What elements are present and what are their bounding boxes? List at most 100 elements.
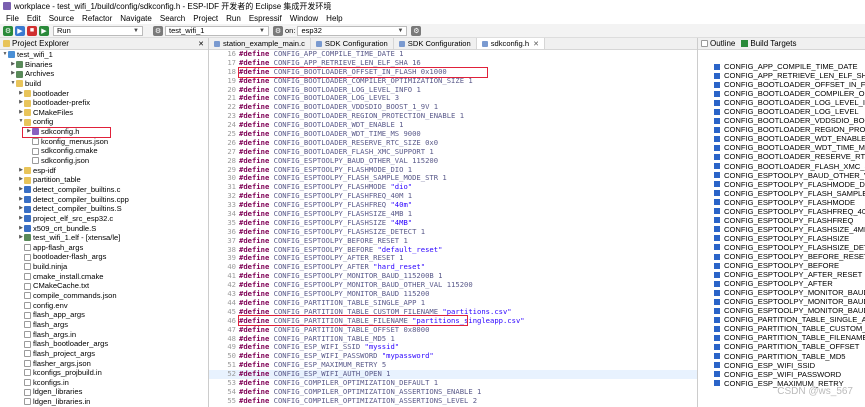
target-settings-icon[interactable]: ⚙ bbox=[411, 25, 422, 36]
tree-item[interactable]: app-flash_args bbox=[0, 243, 208, 253]
tree-item[interactable]: ▶ detect_compiler_builtins.cpp bbox=[0, 195, 208, 205]
tree-item[interactable]: ▶ partition_table bbox=[0, 175, 208, 185]
outline-item[interactable]: CONFIG_PARTITION_TABLE_OFFSET bbox=[698, 342, 865, 351]
close-icon[interactable]: ✕ bbox=[533, 40, 539, 48]
outline-item[interactable]: CONFIG_ESPTOOLPY_FLASHSIZE bbox=[698, 234, 865, 243]
outline-item[interactable]: CONFIG_ESPTOOLPY_AFTER_RESET bbox=[698, 270, 865, 279]
outline-item[interactable]: CONFIG_BOOTLOADER_COMPILER_OPTIM bbox=[698, 89, 865, 98]
tree-item[interactable]: ▼ build bbox=[0, 79, 208, 89]
config-edit-icon[interactable]: ⚙ bbox=[273, 25, 283, 36]
outline-item[interactable]: CONFIG_BOOTLOADER_OFFSET_IN_FLAS bbox=[698, 80, 865, 89]
launch-icon[interactable]: ▶ bbox=[15, 25, 25, 36]
outline-item[interactable]: CONFIG_PARTITION_TABLE_CUSTOM_FIL bbox=[698, 324, 865, 333]
tree-item[interactable]: flasher_args.json bbox=[0, 359, 208, 369]
tree-item[interactable]: flash_app_args bbox=[0, 310, 208, 320]
outline-item[interactable]: CONFIG_ESPTOOLPY_BAUD_OTHER_VAL bbox=[698, 171, 865, 180]
menu-item-espressif[interactable]: Espressif bbox=[245, 14, 286, 23]
tree-item[interactable]: ▶ sdkconfig.h bbox=[0, 127, 208, 137]
tree-item[interactable]: ▶ esp-idf bbox=[0, 166, 208, 176]
outline-item[interactable]: CONFIG_ESPTOOLPY_FLASHMODE bbox=[698, 198, 865, 207]
menu-item-help[interactable]: Help bbox=[322, 14, 346, 23]
outline-item[interactable]: CONFIG_ESPTOOLPY_FLASHFREQ_40M bbox=[698, 207, 865, 216]
outline-item[interactable]: CONFIG_ESPTOOLPY_BEFORE bbox=[698, 261, 865, 270]
outline-item[interactable]: CONFIG_BOOTLOADER_RESERVE_RTC_S bbox=[698, 152, 865, 161]
outline-item[interactable]: CONFIG_ESPTOOLPY_MONITOR_BAUD bbox=[698, 306, 865, 315]
config-gear-icon[interactable]: ⚙ bbox=[153, 25, 163, 36]
tree-item[interactable]: ▶ test_wifi_1.elf - [xtensa/le] bbox=[0, 233, 208, 243]
stop-icon[interactable]: ■ bbox=[27, 25, 37, 36]
tree-item[interactable]: config.env bbox=[0, 301, 208, 311]
tab-sdk-configuration[interactable]: SDK Configuration bbox=[311, 38, 394, 49]
tree-item[interactable]: kconfig_menus.json bbox=[0, 137, 208, 147]
tree-item[interactable]: flash_args bbox=[0, 320, 208, 330]
menu-item-refactor[interactable]: Refactor bbox=[78, 14, 116, 23]
outline-item[interactable]: CONFIG_ESPTOOLPY_FLASHFREQ bbox=[698, 216, 865, 225]
tree-item[interactable]: ▶ detect_compiler_builtins.S bbox=[0, 204, 208, 214]
outline-item[interactable]: CONFIG_BOOTLOADER_FLASH_XMC_SU bbox=[698, 162, 865, 171]
tree-item[interactable]: ▶ Archives bbox=[0, 69, 208, 79]
code-line[interactable]: 55 #define CONFIG_COMPILER_OPTIMIZATION_A… bbox=[209, 396, 697, 406]
tree-item[interactable]: flash_project_args bbox=[0, 349, 208, 359]
outline-item[interactable]: CONFIG_ESPTOOLPY_MONITOR_BAUD_ bbox=[698, 288, 865, 297]
menu-item-edit[interactable]: Edit bbox=[23, 14, 45, 23]
tree-item[interactable]: ▼ config bbox=[0, 117, 208, 127]
outline-item[interactable]: CONFIG_ESP_WIFI_PASSWORD bbox=[698, 370, 865, 379]
tree-item[interactable]: bootloader-flash_args bbox=[0, 252, 208, 262]
menu-item-file[interactable]: File bbox=[2, 14, 23, 23]
outline-item[interactable]: CONFIG_ESPTOOLPY_FLASHMODE_DIO bbox=[698, 180, 865, 189]
tree-item[interactable]: ldgen_libraries.in bbox=[0, 397, 208, 407]
launch-config-combo[interactable]: test_wifi_1 ▼ bbox=[165, 25, 269, 36]
tab-sdk-configuration[interactable]: SDK Configuration bbox=[394, 38, 477, 49]
menu-item-run[interactable]: Run bbox=[222, 14, 245, 23]
outline-item[interactable]: CONFIG_BOOTLOADER_LOG_LEVEL_INFO bbox=[698, 98, 865, 107]
outline-item[interactable]: CONFIG_ESPTOOLPY_FLASHSIZE_4MB bbox=[698, 225, 865, 234]
tab-outline[interactable]: Outline bbox=[710, 39, 735, 48]
tree-item[interactable]: ldgen_libraries bbox=[0, 387, 208, 397]
outline-item[interactable]: CONFIG_ESPTOOLPY_MONITOR_BAUD_ bbox=[698, 297, 865, 306]
close-icon[interactable]: ✕ bbox=[198, 40, 204, 48]
build-icon[interactable]: ⚙ bbox=[3, 25, 13, 36]
menu-item-source[interactable]: Source bbox=[45, 14, 78, 23]
tree-item[interactable]: ▶ bootloader-prefix bbox=[0, 98, 208, 108]
outline-item[interactable]: CONFIG_BOOTLOADER_REGION_PROTEC bbox=[698, 125, 865, 134]
outline-item[interactable]: CONFIG_BOOTLOADER_VDDSDIO_BOOS bbox=[698, 116, 865, 125]
outline-item[interactable]: CONFIG_BOOTLOADER_LOG_LEVEL bbox=[698, 107, 865, 116]
tab-build-targets[interactable]: Build Targets bbox=[750, 39, 796, 48]
launch-mode-combo[interactable]: Run ▼ bbox=[53, 25, 143, 36]
tree-item[interactable]: flash_args.in bbox=[0, 330, 208, 340]
menu-item-window[interactable]: Window bbox=[286, 14, 322, 23]
tree-item[interactable]: compile_commands.json bbox=[0, 291, 208, 301]
tree-item[interactable]: ▶ Binaries bbox=[0, 60, 208, 70]
tree-item[interactable]: ▶ project_elf_src_esp32.c bbox=[0, 214, 208, 224]
outline-item[interactable]: CONFIG_ESP_WIFI_SSID bbox=[698, 361, 865, 370]
outline-item[interactable]: CONFIG_ESPTOOLPY_FLASHSIZE_DETEC bbox=[698, 243, 865, 252]
launch-target-combo[interactable]: esp32 ▼ bbox=[297, 25, 408, 36]
tree-item[interactable]: CMakeCache.txt bbox=[0, 281, 208, 291]
tab-station-example-main-c[interactable]: station_example_main.c bbox=[209, 38, 311, 49]
outline-item[interactable]: CONFIG_PARTITION_TABLE_MD5 bbox=[698, 352, 865, 361]
outline-item[interactable]: CONFIG_APP_RETRIEVE_LEN_ELF_SHA bbox=[698, 71, 865, 80]
tree-item[interactable]: ▶ x509_crt_bundle.S bbox=[0, 224, 208, 234]
tree-item[interactable]: kconfigs_projbuild.in bbox=[0, 368, 208, 378]
outline-item[interactable]: CONFIG_ESPTOOLPY_AFTER bbox=[698, 279, 865, 288]
outline-item[interactable]: CONFIG_ESPTOOLPY_FLASH_SAMPLE_M bbox=[698, 189, 865, 198]
outline-item[interactable]: CONFIG_PARTITION_TABLE_SINGLE_APP bbox=[698, 315, 865, 324]
menu-item-search[interactable]: Search bbox=[156, 14, 189, 23]
tree-item[interactable]: ▶ bootloader bbox=[0, 89, 208, 99]
outline-item[interactable]: CONFIG_ESPTOOLPY_BEFORE_RESET bbox=[698, 252, 865, 261]
tree-item[interactable]: ▼ test_wifi_1 bbox=[0, 50, 208, 60]
outline-item[interactable]: CONFIG_BOOTLOADER_WDT_TIME_MS bbox=[698, 143, 865, 152]
tab-sdkconfig-h[interactable]: sdkconfig.h ✕ bbox=[476, 38, 545, 49]
menu-item-project[interactable]: Project bbox=[189, 14, 222, 23]
tree-item[interactable]: sdkconfig.cmake bbox=[0, 146, 208, 156]
code-view[interactable]: 16 #define CONFIG_APP_COMPILE_TIME_DATE 1… bbox=[209, 49, 697, 407]
tree-item[interactable]: cmake_install.cmake bbox=[0, 272, 208, 282]
outline-item[interactable]: CONFIG_BOOTLOADER_WDT_ENABLE bbox=[698, 134, 865, 143]
tree-item[interactable]: kconfigs.in bbox=[0, 378, 208, 388]
outline-item[interactable]: CONFIG_PARTITION_TABLE_FILENAME bbox=[698, 333, 865, 342]
tree-item[interactable]: sdkconfig.json bbox=[0, 156, 208, 166]
tree-item[interactable]: ▶ CMakeFiles bbox=[0, 108, 208, 118]
outline-item[interactable]: CONFIG_APP_COMPILE_TIME_DATE bbox=[698, 62, 865, 71]
tree-item[interactable]: build.ninja bbox=[0, 262, 208, 272]
tree-item[interactable]: ▶ detect_compiler_builtins.c bbox=[0, 185, 208, 195]
